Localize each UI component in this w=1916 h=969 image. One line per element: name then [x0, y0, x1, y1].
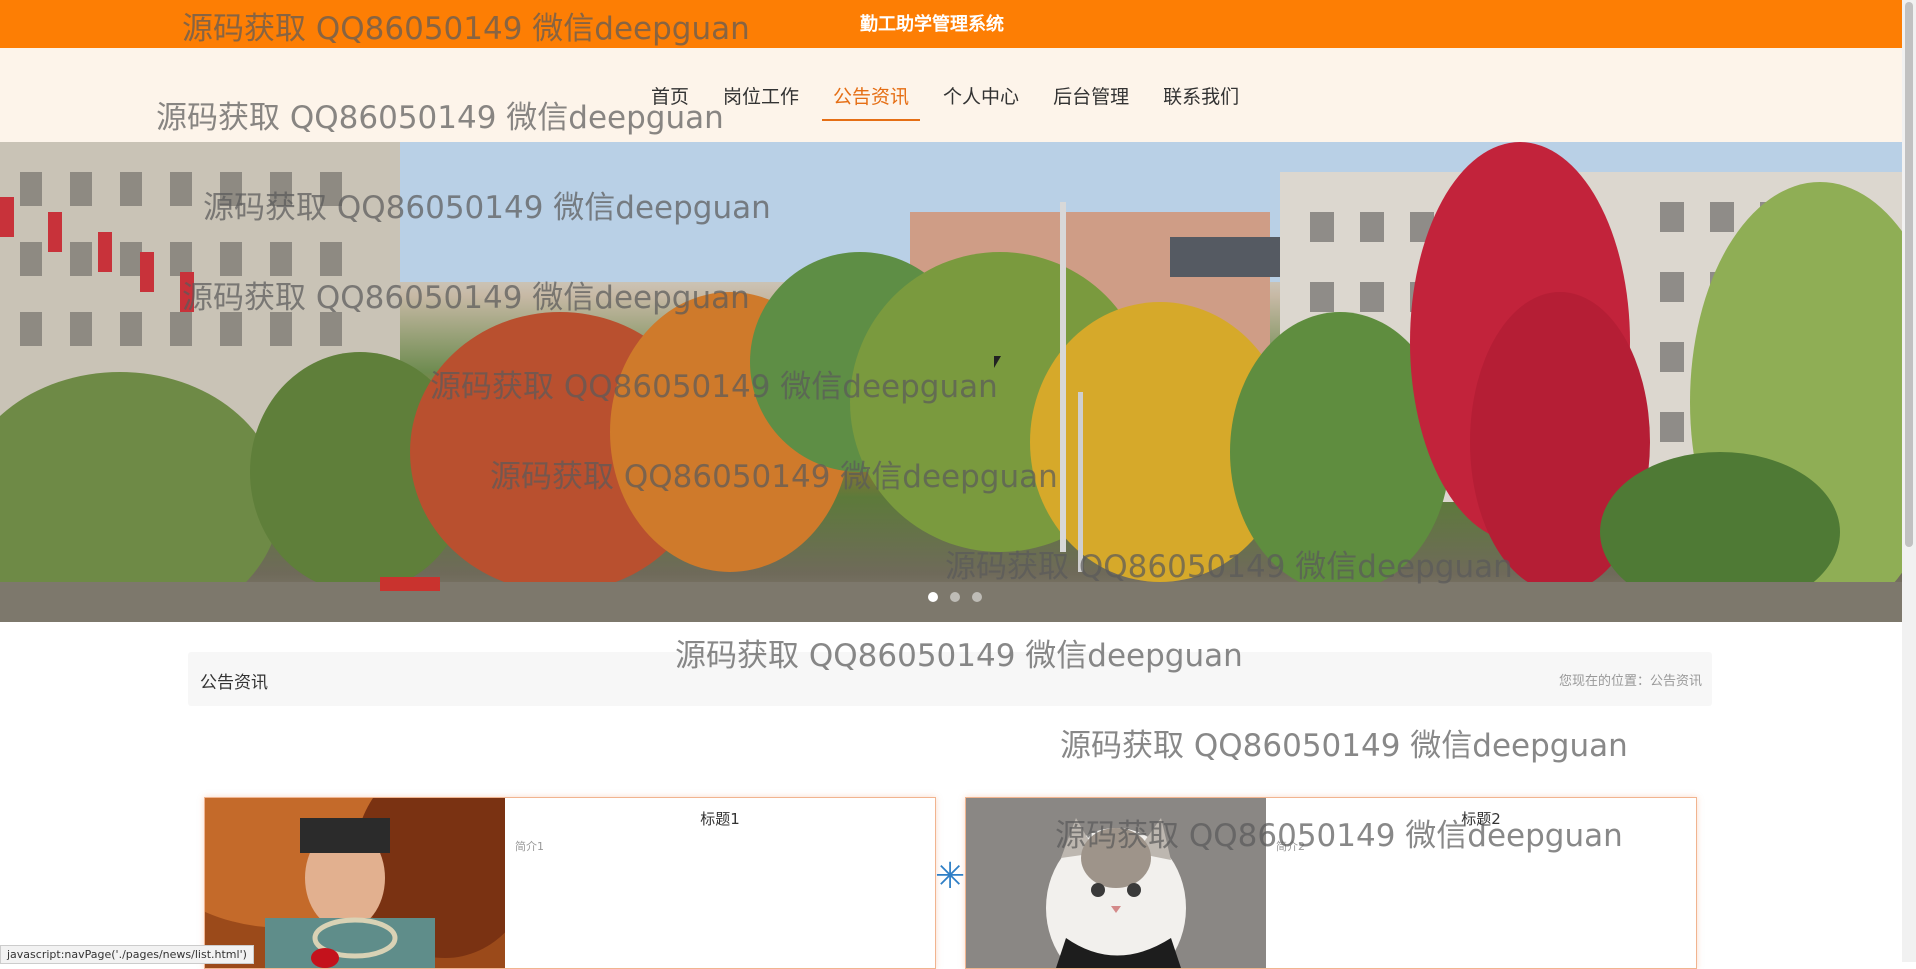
watermark-text: 源码获取 QQ86050149 微信deepguan: [430, 369, 998, 405]
news-summary: 简介1: [515, 840, 544, 853]
location-text: 您现在的位置：公告资讯: [1558, 674, 1702, 689]
nav-jobs[interactable]: 岗位工作: [712, 82, 810, 121]
watermark-text: 源码获取 QQ86050149 微信deepguan: [490, 459, 1058, 495]
nav-profile[interactable]: 个人中心: [932, 82, 1030, 121]
carousel-dot[interactable]: [972, 592, 982, 602]
system-title: 勤工助学管理系统: [860, 14, 1004, 35]
watermark-text: 源码获取 QQ86050149 微信deepguan: [182, 280, 750, 316]
carousel-dot[interactable]: [950, 592, 960, 602]
mouse-cursor-icon: [994, 356, 1001, 368]
loading-spinner-icon: ✳: [935, 856, 966, 897]
vertical-scrollbar[interactable]: [1902, 0, 1916, 962]
carousel-indicators: [928, 592, 982, 602]
watermark-text: 源码获取 QQ86050149 微信deepguan: [1060, 728, 1628, 764]
carousel-dot[interactable]: [928, 592, 938, 602]
watermark-text: 源码获取 QQ86050149 微信deepguan: [156, 100, 724, 136]
watermark-text: 源码获取 QQ86050149 微信deepguan: [675, 638, 1243, 674]
watermark-text: 源码获取 QQ86050149 微信deepguan: [945, 549, 1513, 585]
watermark-text: 源码获取 QQ86050149 微信deepguan: [1055, 818, 1623, 854]
nav-admin[interactable]: 后台管理: [1042, 82, 1140, 121]
news-card[interactable]: 标题1 简介1: [204, 797, 936, 969]
scrollbar-thumb[interactable]: [1905, 2, 1913, 547]
news-title[interactable]: 标题1: [505, 808, 935, 829]
news-thumbnail: [205, 798, 505, 968]
status-bar: javascript:navPage('./pages/news/list.ht…: [0, 945, 254, 964]
watermark-text: 源码获取 QQ86050149 微信deepguan: [182, 11, 750, 47]
nav-news[interactable]: 公告资讯: [822, 82, 921, 121]
watermark-text: 源码获取 QQ86050149 微信deepguan: [203, 190, 771, 226]
section-title: 公告资讯: [200, 673, 268, 693]
nav-contact[interactable]: 联系我们: [1152, 82, 1250, 121]
